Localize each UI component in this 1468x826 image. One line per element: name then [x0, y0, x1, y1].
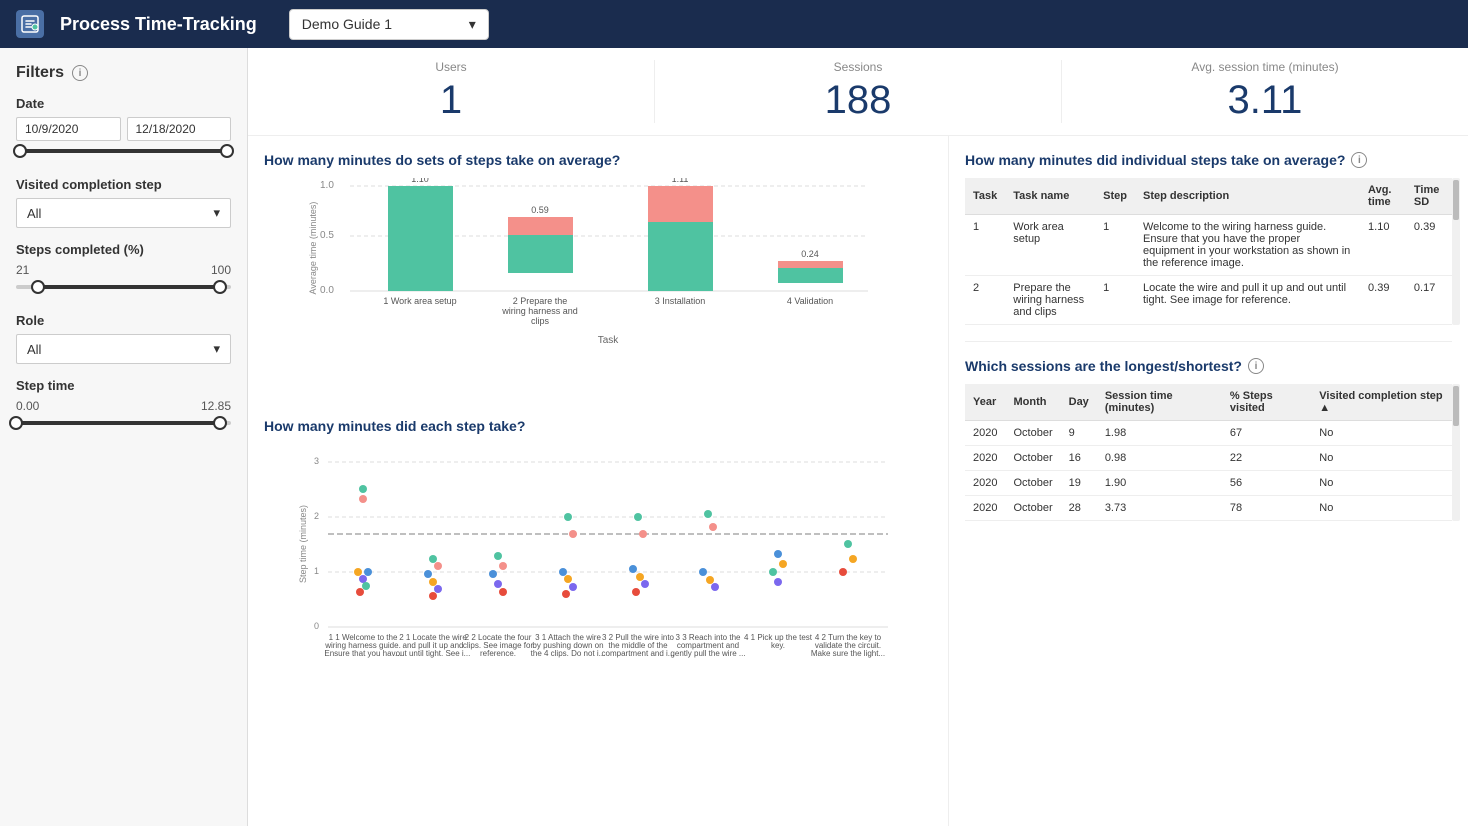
svg-text:1.0: 1.0	[320, 180, 334, 191]
col-task-name: Task name	[1005, 178, 1095, 215]
svg-text:Make sure the light...: Make sure the light...	[811, 649, 885, 658]
guide-dropdown[interactable]: Demo Guide 1 ▾	[289, 9, 489, 40]
chevron-down-icon: ▾	[469, 16, 476, 33]
users-stat: Users 1	[248, 60, 655, 123]
svg-text:0.5: 0.5	[320, 230, 334, 241]
svg-text:Average time (minutes): Average time (minutes)	[308, 202, 318, 295]
bar-chart: 1.0 0.5 0.0 Average time (minutes) 1.10	[264, 178, 932, 398]
table-row: 2020 October 16 0.98 22 No	[965, 446, 1452, 471]
col-session-time: Session time (minutes)	[1097, 384, 1222, 421]
step-time-slider-left[interactable]	[9, 416, 23, 430]
step-time-slider-right[interactable]	[213, 416, 227, 430]
steps-table-info-icon[interactable]: i	[1351, 152, 1367, 168]
app-header: Process Time-Tracking Demo Guide 1 ▾	[0, 0, 1468, 48]
svg-text:compartment and i...: compartment and i...	[602, 649, 675, 658]
chevron-down-icon: ▾	[213, 341, 220, 357]
dot-chart: 3 2 1 0 Step time (minutes)	[264, 444, 932, 684]
table-row: 2020 October 9 1.98 67 No	[965, 421, 1452, 446]
sessions-table: Year Month Day Session time (minutes) % …	[965, 384, 1452, 521]
svg-text:key.: key.	[771, 641, 785, 650]
filters-title: Filters i	[16, 64, 231, 82]
col-avg-time: Avg. time	[1360, 178, 1406, 215]
steps-slider-left[interactable]	[31, 280, 45, 294]
col-step-desc: Step description	[1135, 178, 1360, 215]
col-month: Month	[1005, 384, 1060, 421]
app-title: Process Time-Tracking	[60, 14, 257, 35]
dot-chart-title: How many minutes did each step take?	[264, 418, 932, 434]
svg-text:0.59: 0.59	[531, 205, 549, 215]
svg-text:0.24: 0.24	[801, 249, 819, 259]
svg-text:Task: Task	[598, 335, 620, 346]
sessions-table-info-icon[interactable]: i	[1248, 358, 1264, 374]
sessions-stat: Sessions 188	[655, 60, 1062, 123]
table-row: 1 Work area setup 1 Welcome to the wirin…	[965, 215, 1452, 276]
steps-slider-right[interactable]	[213, 280, 227, 294]
svg-text:0.0: 0.0	[320, 285, 334, 296]
table-row: 2020 October 28 3.73 78 No	[965, 496, 1452, 521]
completion-step-filter: Visited completion step All ▾	[16, 177, 231, 228]
svg-text:2: 2	[314, 511, 319, 521]
date-filter: Date 10/9/2020 12/18/2020	[16, 96, 231, 163]
table-row: 2 Prepare the wiring harness and clips 1…	[965, 276, 1452, 325]
step-time-slider-track	[16, 421, 231, 425]
svg-text:Ensure that you hav...: Ensure that you hav...	[324, 649, 401, 658]
svg-text:1.11: 1.11	[672, 178, 689, 184]
svg-text:Step time (minutes): Step time (minutes)	[298, 505, 308, 583]
date-slider-right[interactable]	[220, 144, 234, 158]
svg-text:1 Work area setup: 1 Work area setup	[383, 296, 456, 306]
date-slider-left[interactable]	[13, 144, 27, 158]
svg-text:gently pull the wire ...: gently pull the wire ...	[670, 649, 745, 658]
step-time-filter: Step time 0.00 12.85	[16, 378, 231, 435]
charts-left-panel: How many minutes do sets of steps take o…	[248, 136, 948, 826]
svg-text:clips: clips	[531, 316, 550, 326]
svg-text:1.10: 1.10	[411, 178, 429, 184]
col-day: Day	[1061, 384, 1097, 421]
bar-chart-title: How many minutes do sets of steps take o…	[264, 152, 932, 168]
stats-row: Users 1 Sessions 188 Avg. session time (…	[248, 48, 1468, 136]
date-end[interactable]: 12/18/2020	[127, 117, 232, 141]
svg-text:2 Prepare the: 2 Prepare the	[513, 296, 568, 306]
app-icon	[16, 10, 44, 38]
svg-text:4 Validation: 4 Validation	[787, 296, 833, 306]
completion-step-dropdown[interactable]: All ▾	[16, 198, 231, 228]
col-step: Step	[1095, 178, 1135, 215]
date-slider-track	[16, 149, 231, 153]
svg-text:out until tight. See i...: out until tight. See i...	[396, 649, 471, 658]
svg-text:1: 1	[314, 566, 319, 576]
steps-slider-track	[16, 285, 231, 289]
avg-session-stat: Avg. session time (minutes) 3.11	[1062, 60, 1468, 123]
svg-text:3 Installation: 3 Installation	[655, 296, 706, 306]
col-year: Year	[965, 384, 1005, 421]
sessions-table-title: Which sessions are the longest/shortest?…	[965, 358, 1452, 374]
svg-text:wiring harness and: wiring harness and	[501, 306, 578, 316]
steps-completed-filter: Steps completed (%) 21 100	[16, 242, 231, 299]
svg-text:the 4 clips. Do not i...: the 4 clips. Do not i...	[531, 649, 606, 658]
chevron-down-icon: ▾	[213, 205, 220, 221]
svg-text:0: 0	[314, 621, 319, 631]
charts-right-panel: How many minutes did individual steps ta…	[948, 136, 1468, 826]
col-task: Task	[965, 178, 1005, 215]
col-steps-visited: % Steps visited	[1222, 384, 1311, 421]
filters-panel: Filters i Date 10/9/2020 12/18/2020 Visi…	[0, 48, 248, 826]
table-row: 2020 October 19 1.90 56 No	[965, 471, 1452, 496]
role-filter: Role All ▾	[16, 313, 231, 364]
date-start[interactable]: 10/9/2020	[16, 117, 121, 141]
filters-info-icon[interactable]: i	[72, 65, 88, 81]
col-completion-step: Visited completion step ▲	[1311, 384, 1452, 421]
svg-text:3: 3	[314, 456, 319, 466]
role-dropdown[interactable]: All ▾	[16, 334, 231, 364]
svg-text:reference.: reference.	[480, 649, 516, 658]
steps-table-title: How many minutes did individual steps ta…	[965, 152, 1452, 168]
col-time-sd: Time SD	[1406, 178, 1452, 215]
steps-table: Task Task name Step Step description Avg…	[965, 178, 1452, 325]
